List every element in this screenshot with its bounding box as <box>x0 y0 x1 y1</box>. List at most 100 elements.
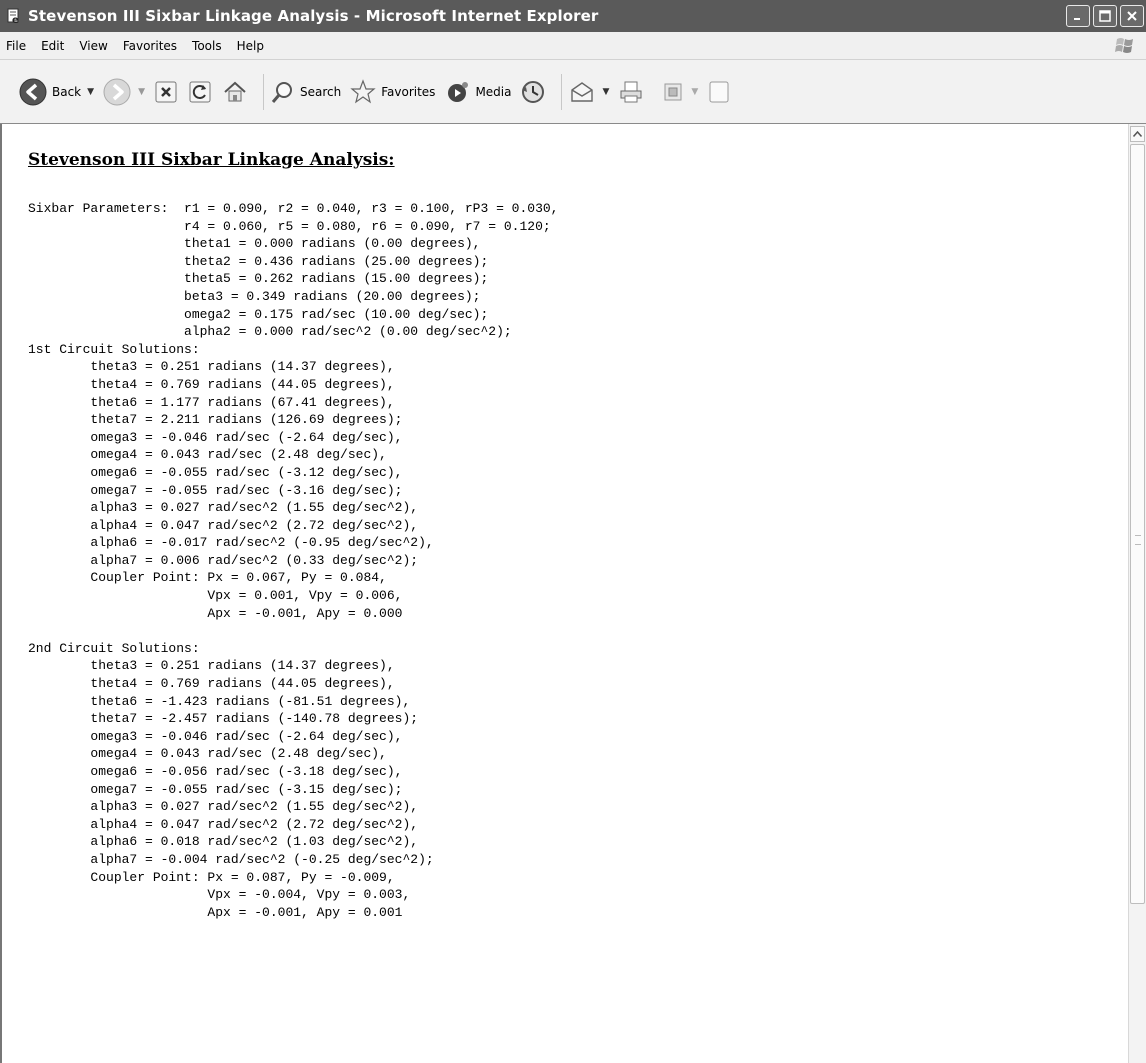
home-icon <box>221 78 249 106</box>
ie-page-icon: e <box>6 8 22 24</box>
edit-dropdown-icon[interactable]: ▼ <box>691 87 698 97</box>
scroll-up-button[interactable] <box>1130 126 1145 142</box>
minimize-button[interactable] <box>1066 5 1090 27</box>
edit-page-icon <box>661 80 685 104</box>
stop-icon <box>153 79 179 105</box>
output-line: theta7 = 2.211 radians (126.69 degrees); <box>28 412 403 428</box>
output-line: Vpx = -0.004, Vpy = 0.003, <box>28 887 411 903</box>
maximize-icon <box>1099 10 1111 22</box>
output-line: Coupler Point: Px = 0.067, Py = 0.084, <box>28 570 387 586</box>
scrollbar-grip <box>1135 535 1141 545</box>
discuss-button[interactable] <box>706 79 732 105</box>
output-line: theta6 = -1.423 radians (-81.51 degrees)… <box>28 693 411 709</box>
menu-file[interactable]: File <box>6 39 26 53</box>
menu-tools[interactable]: Tools <box>192 39 222 53</box>
output-line: alpha4 = 0.047 rad/sec^2 (2.72 deg/sec^2… <box>28 517 419 533</box>
output-line: theta4 = 0.769 radians (44.05 degrees), <box>28 676 395 692</box>
stop-button[interactable] <box>153 79 179 105</box>
discuss-icon <box>706 79 732 105</box>
back-button[interactable]: Back ▼ <box>18 77 94 107</box>
output-line: Apx = -0.001, Apy = 0.000 <box>28 605 403 621</box>
page-title: Stevenson III Sixbar Linkage Analysis: <box>28 150 395 170</box>
output-line: omega6 = -0.056 rad/sec (-3.18 deg/sec), <box>28 764 403 779</box>
output-line: theta1 = 0.000 radians (0.00 degrees), <box>28 236 481 252</box>
output-line: alpha7 = -0.004 rad/sec^2 (-0.25 deg/sec… <box>28 851 434 867</box>
toolbar-separator <box>262 73 264 110</box>
history-icon <box>519 78 547 106</box>
output-line: alpha2 = 0.000 rad/sec^2 (0.00 deg/sec^2… <box>28 324 512 340</box>
edit-button[interactable]: ▼ <box>661 80 698 104</box>
output-line: r4 = 0.060, r5 = 0.080, r6 = 0.090, r7 =… <box>28 218 551 234</box>
output-line: omega3 = -0.046 rad/sec (-2.64 deg/sec), <box>28 728 403 744</box>
forward-dropdown-icon[interactable]: ▼ <box>138 87 145 97</box>
favorites-star-icon <box>349 78 377 106</box>
output-line: Apx = -0.001, Apy = 0.001 <box>28 904 403 920</box>
refresh-button[interactable] <box>187 79 213 105</box>
favorites-label: Favorites <box>381 84 436 99</box>
windows-logo-icon <box>1108 34 1142 58</box>
mail-dropdown-icon[interactable]: ▼ <box>602 87 609 97</box>
output-line: theta5 = 0.262 radians (15.00 degrees); <box>28 271 489 287</box>
output-line: Sixbar Parameters: r1 = 0.090, r2 = 0.04… <box>28 201 559 216</box>
print-button[interactable] <box>617 78 645 106</box>
window-title: Stevenson III Sixbar Linkage Analysis - … <box>28 7 599 25</box>
toolbar-separator-2 <box>561 73 563 110</box>
output-line: alpha6 = 0.018 rad/sec^2 (1.03 deg/sec^2… <box>28 834 419 850</box>
scroll-up-arrow-icon <box>1133 131 1142 137</box>
output-line: omega4 = 0.043 rad/sec (2.48 deg/sec), <box>28 746 387 762</box>
history-button[interactable] <box>519 78 547 106</box>
home-button[interactable] <box>221 78 249 106</box>
output-line: Vpx = 0.001, Vpy = 0.006, <box>28 588 403 604</box>
print-icon <box>617 78 645 106</box>
title-bar: e Stevenson III Sixbar Linkage Analysis … <box>0 0 1146 32</box>
refresh-icon <box>187 79 213 105</box>
back-arrow-icon <box>18 77 48 107</box>
mail-button[interactable]: ▼ <box>568 78 609 106</box>
scrollbar-thumb[interactable] <box>1130 144 1145 904</box>
toolbar: Back ▼ ▼ Search Favorites Media ▼ ▼ <box>0 60 1146 124</box>
media-label: Media <box>475 84 512 99</box>
analysis-output: Sixbar Parameters: r1 = 0.090, r2 = 0.04… <box>28 200 559 921</box>
close-icon <box>1127 11 1137 21</box>
media-icon <box>443 78 471 106</box>
favorites-button[interactable]: Favorites <box>349 78 435 106</box>
output-line: theta7 = -2.457 radians (-140.78 degrees… <box>28 711 419 727</box>
output-line: omega7 = -0.055 rad/sec (-3.15 deg/sec); <box>28 781 403 797</box>
back-dropdown-icon[interactable]: ▼ <box>87 87 94 97</box>
mail-icon <box>568 78 596 106</box>
output-line: alpha3 = 0.027 rad/sec^2 (1.55 deg/sec^2… <box>28 799 419 815</box>
menu-view[interactable]: View <box>79 39 107 53</box>
minimize-icon <box>1074 18 1080 20</box>
menu-favorites[interactable]: Favorites <box>123 39 177 53</box>
page-content: Stevenson III Sixbar Linkage Analysis: S… <box>0 124 1128 1063</box>
menu-help[interactable]: Help <box>237 39 264 53</box>
output-line: 2nd Circuit Solutions: <box>28 640 200 656</box>
back-label: Back <box>52 84 82 99</box>
output-line: alpha7 = 0.006 rad/sec^2 (0.33 deg/sec^2… <box>28 552 419 568</box>
output-line: omega4 = 0.043 rad/sec (2.48 deg/sec), <box>28 447 387 463</box>
close-button[interactable] <box>1120 5 1144 27</box>
search-label: Search <box>299 84 342 99</box>
search-icon <box>270 79 296 105</box>
search-button[interactable]: Search <box>270 79 341 105</box>
output-line: omega7 = -0.055 rad/sec (-3.16 deg/sec); <box>28 482 403 498</box>
output-line: alpha6 = -0.017 rad/sec^2 (-0.95 deg/sec… <box>28 535 434 551</box>
output-line: theta4 = 0.769 radians (44.05 degrees), <box>28 376 395 392</box>
output-line: theta2 = 0.436 radians (25.00 degrees); <box>28 253 489 269</box>
forward-button[interactable]: ▼ <box>102 77 145 107</box>
output-line: theta3 = 0.251 radians (14.37 degrees), <box>28 359 395 375</box>
vertical-scrollbar[interactable] <box>1128 124 1146 1063</box>
output-line: alpha3 = 0.027 rad/sec^2 (1.55 deg/sec^2… <box>28 500 419 516</box>
maximize-button[interactable] <box>1093 5 1117 27</box>
forward-arrow-icon <box>102 77 132 107</box>
output-line: beta3 = 0.349 radians (20.00 degrees); <box>28 288 481 304</box>
output-line: omega3 = -0.046 rad/sec (-2.64 deg/sec), <box>28 429 403 445</box>
output-line: omega2 = 0.175 rad/sec (10.00 deg/sec); <box>28 306 489 322</box>
media-button[interactable]: Media <box>443 78 511 106</box>
window-controls <box>1066 5 1144 27</box>
menu-edit[interactable]: Edit <box>41 39 64 53</box>
output-line: 1st Circuit Solutions: <box>28 341 200 357</box>
output-line: omega6 = -0.055 rad/sec (-3.12 deg/sec), <box>28 464 403 480</box>
output-line: Coupler Point: Px = 0.087, Py = -0.009, <box>28 869 395 885</box>
